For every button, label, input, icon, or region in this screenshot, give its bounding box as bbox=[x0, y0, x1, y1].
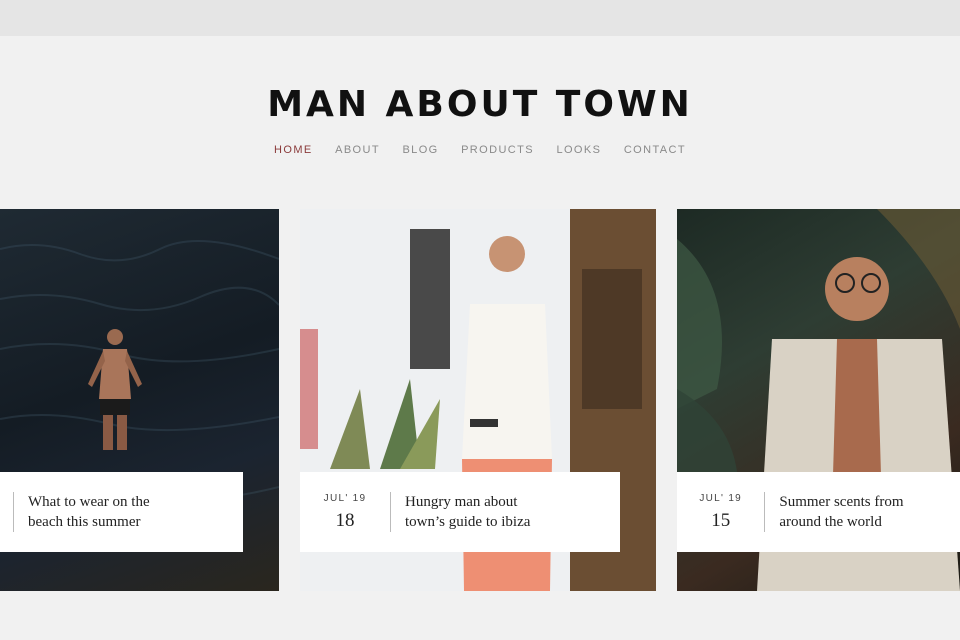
post-date: JUL' 19 18 bbox=[300, 493, 390, 532]
browser-top-bar bbox=[0, 0, 960, 36]
post-title-scents[interactable]: Summer scents from around the world bbox=[765, 492, 960, 532]
post-title-line: What to wear on the bbox=[28, 494, 150, 510]
post-date-month: JUL' 19 bbox=[699, 492, 743, 504]
post-date: JUL' 19 15 bbox=[677, 493, 764, 532]
post-title-ibiza[interactable]: Hungry man about town’s guide to ibiza bbox=[391, 492, 591, 532]
main-nav: HOME ABOUT BLOG PRODUCTS LOOKS CONTACT bbox=[0, 140, 960, 158]
post-date-month: JUL' 19 bbox=[323, 492, 367, 504]
post-card-beach[interactable]: What to wear on the beach this summer bbox=[0, 209, 279, 591]
nav-item-about[interactable]: ABOUT bbox=[335, 144, 380, 156]
post-caption-ibiza: JUL' 19 18 Hungry man about town’s guide… bbox=[300, 472, 620, 552]
post-date-day: 18 bbox=[335, 509, 355, 531]
post-title-line: town’s guide to ibiza bbox=[405, 514, 531, 530]
nav-item-contact[interactable]: CONTACT bbox=[624, 144, 686, 156]
nav-item-blog[interactable]: BLOG bbox=[402, 144, 438, 156]
post-caption-beach: What to wear on the beach this summer bbox=[0, 472, 243, 552]
post-title-line: Summer scents from bbox=[779, 494, 904, 510]
nav-item-looks[interactable]: LOOKS bbox=[556, 144, 601, 156]
post-title-line: beach this summer bbox=[28, 514, 141, 530]
post-title-line: around the world bbox=[779, 514, 882, 530]
post-card-ibiza[interactable]: JUL' 19 18 Hungry man about town’s guide… bbox=[300, 209, 656, 591]
post-date-day: 15 bbox=[711, 509, 731, 531]
post-title-beach[interactable]: What to wear on the beach this summer bbox=[14, 492, 214, 532]
nav-item-products[interactable]: PRODUCTS bbox=[461, 144, 534, 156]
post-caption-scents: JUL' 19 15 Summer scents from around the… bbox=[677, 472, 960, 552]
site-title[interactable]: MAN ABOUT TOWN bbox=[0, 84, 960, 125]
nav-item-home[interactable]: HOME bbox=[274, 144, 313, 156]
post-title-line: Hungry man about bbox=[405, 494, 518, 510]
post-card-scents[interactable]: JUL' 19 15 Summer scents from around the… bbox=[677, 209, 960, 591]
